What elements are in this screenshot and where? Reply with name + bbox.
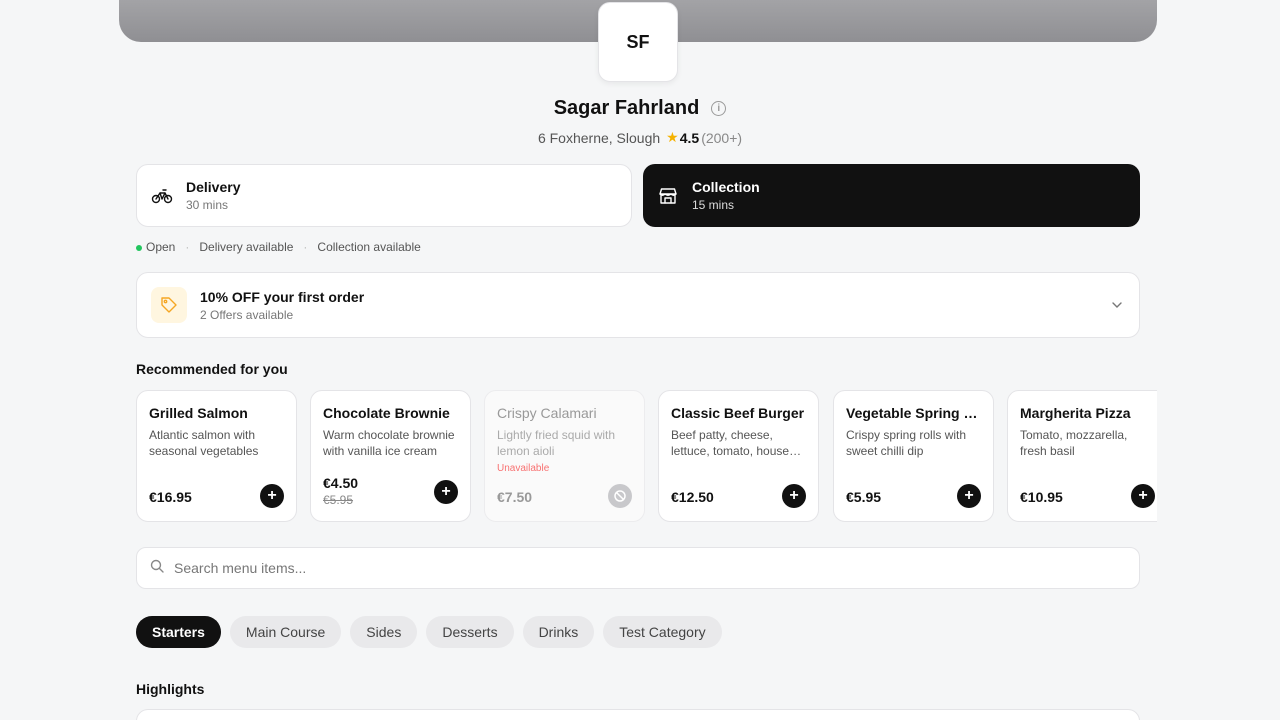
star-icon: ★: [666, 129, 679, 145]
collection-status: Collection available: [317, 240, 421, 254]
add-to-cart-button[interactable]: +: [434, 480, 458, 504]
tag-icon: [151, 287, 187, 323]
availability-status: Open · Delivery available · Collection a…: [136, 240, 421, 254]
restaurant-name: Sagar Fahrland: [553, 97, 700, 119]
offer-title: 10% OFF your first order: [200, 288, 365, 305]
open-dot-icon: [136, 245, 142, 251]
info-icon[interactable]: i: [711, 101, 727, 116]
highlights-title: Highlights: [136, 681, 205, 697]
storefront-icon: [657, 185, 679, 207]
highlight-card[interactable]: [136, 709, 1140, 720]
delivery-label: Delivery: [186, 179, 241, 195]
restaurant-initials: SF: [626, 31, 650, 52]
restaurant-header: Sagar Fahrland i: [0, 97, 1280, 120]
item-description: Tomato, mozzarella, fresh basil: [1020, 428, 1128, 458]
tab-main-course[interactable]: Main Course: [229, 616, 342, 648]
separator: ·: [303, 240, 308, 254]
plus-icon: +: [441, 483, 451, 500]
restaurant-logo: SF: [598, 2, 678, 82]
item-price-block: €4.50 €5.95: [323, 475, 358, 507]
chevron-down-icon[interactable]: [1111, 298, 1123, 316]
item-name: Classic Beef Burger: [671, 405, 805, 421]
tab-sides[interactable]: Sides: [350, 616, 418, 648]
plus-icon: +: [789, 487, 799, 504]
restaurant-address: 6 Foxherne, Slough: [537, 129, 661, 146]
open-status: Open: [136, 240, 175, 254]
collection-label: Collection: [692, 179, 760, 195]
item-old-price: €5.95: [323, 493, 354, 507]
rating-value: 4.5: [679, 129, 700, 146]
item-name: Vegetable Spring Rolls: [846, 405, 981, 421]
item-price: €10.95: [1020, 489, 1063, 505]
menu-card[interactable]: Vegetable Spring Rolls Crispy spring rol…: [833, 390, 994, 522]
add-to-cart-button[interactable]: +: [957, 484, 981, 508]
delivery-time: 30 mins: [186, 198, 229, 212]
item-name: Crispy Calamari: [497, 405, 597, 421]
item-description: Atlantic salmon with seasonal vegetables: [149, 428, 259, 458]
add-to-cart-button[interactable]: +: [1131, 484, 1155, 508]
item-description: Warm chocolate brownie with vanilla ice …: [323, 428, 455, 458]
bicycle-icon: [151, 185, 173, 207]
item-name: Margherita Pizza: [1020, 405, 1131, 421]
item-name: Grilled Salmon: [149, 405, 248, 421]
delivery-option[interactable]: Delivery 30 mins: [136, 164, 632, 227]
recommended-carousel[interactable]: Grilled Salmon Atlantic salmon with seas…: [136, 390, 1157, 522]
plus-icon: +: [964, 487, 974, 504]
separator: ·: [185, 240, 190, 254]
search-input[interactable]: [174, 560, 1074, 576]
offers-panel[interactable]: 10% OFF your first order 2 Offers availa…: [136, 272, 1140, 338]
item-price: €12.50: [671, 489, 714, 505]
unavailable-badge: Unavailable: [497, 463, 550, 474]
plus-icon: +: [267, 487, 277, 504]
offer-subtitle: 2 Offers available: [200, 307, 294, 322]
add-to-cart-button[interactable]: +: [782, 484, 806, 508]
tab-test-category[interactable]: Test Category: [603, 616, 722, 648]
rating-count: (200+): [701, 129, 743, 146]
item-name: Chocolate Brownie: [323, 405, 450, 421]
menu-card[interactable]: Margherita Pizza Tomato, mozzarella, fre…: [1007, 390, 1157, 522]
category-tabs: Starters Main Course Sides Desserts Drin…: [136, 616, 722, 648]
delivery-status: Delivery available: [199, 240, 294, 254]
item-price: €16.95: [149, 489, 192, 505]
restaurant-meta: 6 Foxherne, Slough ★ 4.5 (200+): [0, 129, 1280, 146]
menu-card: Crispy Calamari Lightly fried squid with…: [484, 390, 645, 522]
unavailable-icon: [608, 484, 632, 508]
menu-card[interactable]: Grilled Salmon Atlantic salmon with seas…: [136, 390, 297, 522]
item-description: Lightly fried squid with lemon aioli: [497, 428, 616, 458]
tab-drinks[interactable]: Drinks: [522, 616, 595, 648]
search-icon: [150, 559, 164, 578]
plus-icon: +: [1138, 487, 1148, 504]
tab-starters[interactable]: Starters: [136, 616, 221, 648]
item-description: Crispy spring rolls with sweet chilli di…: [846, 428, 967, 458]
add-to-cart-button[interactable]: +: [260, 484, 284, 508]
open-label: Open: [146, 240, 176, 254]
menu-card[interactable]: Classic Beef Burger Beef patty, cheese, …: [658, 390, 819, 522]
collection-option[interactable]: Collection 15 mins: [643, 164, 1140, 227]
menu-card[interactable]: Chocolate Brownie Warm chocolate brownie…: [310, 390, 471, 522]
item-price: €7.50: [497, 489, 533, 505]
collection-time: 15 mins: [692, 198, 735, 212]
tab-desserts[interactable]: Desserts: [426, 616, 514, 648]
item-price: €4.50: [323, 475, 359, 491]
recommended-title: Recommended for you: [136, 361, 288, 377]
search-bar[interactable]: [136, 547, 1140, 589]
item-price: €5.95: [846, 489, 882, 505]
item-description: Beef patty, cheese, lettuce, tomato, hou…: [671, 428, 790, 458]
